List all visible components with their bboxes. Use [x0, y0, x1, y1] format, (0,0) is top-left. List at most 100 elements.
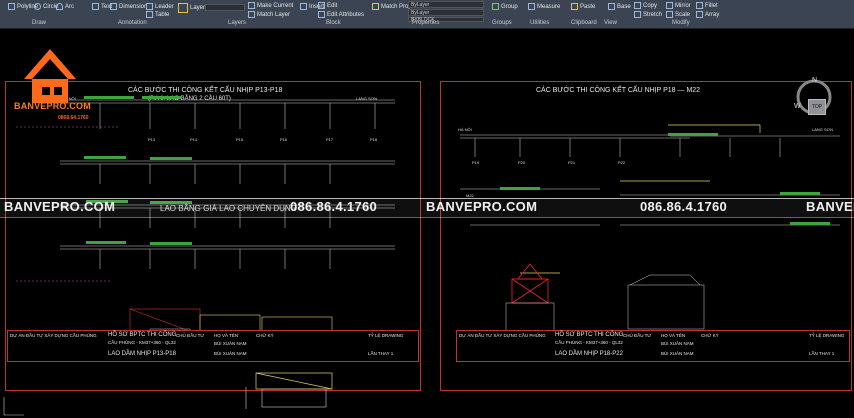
array-button[interactable]: Array: [696, 11, 719, 18]
text-icon: [92, 3, 99, 10]
drawing-canvas[interactable]: CÁC BƯỚC THI CÔNG KẾT CẤU NHỊP P13-P18 (…: [0, 29, 854, 418]
edit-icon: [318, 2, 325, 9]
view-panel-title[interactable]: View: [604, 20, 617, 26]
make-current-button[interactable]: Make Current: [248, 2, 293, 9]
modify-panel-title[interactable]: Modify: [672, 20, 690, 26]
logo-phone: 0868.64.1760: [58, 115, 89, 121]
dimension-button[interactable]: Dimension: [110, 3, 147, 10]
sheet-2-pier-label: P22: [618, 160, 626, 165]
group-button[interactable]: Group: [492, 3, 518, 10]
document-title: HỒ SƠ BPTC THI CÔNG: [108, 332, 177, 338]
sheet-2-pier-label: P19: [472, 160, 480, 165]
fillet-button[interactable]: Fillet: [696, 2, 718, 9]
role-label: HỌ VÀ TÊN: [214, 333, 239, 338]
circle-icon: [34, 3, 41, 10]
groups-panel-title[interactable]: Groups: [492, 20, 512, 26]
layers-panel-title[interactable]: Layers: [228, 20, 246, 26]
block-panel-title[interactable]: Block: [326, 20, 341, 26]
sheet-2-pier-label: P21: [568, 160, 576, 165]
person-name: BÙI XUÂN NAM: [661, 341, 694, 346]
watermark-text: BANVEPRO.COM: [426, 199, 538, 214]
drawing-name: LAO DẦM NHỊP P13-P18: [108, 351, 176, 357]
drawing-scale: TỶ LỆ DRAWING: [368, 333, 404, 338]
watermark-phone: 086.86.4.1760: [290, 199, 378, 214]
revision-label: LẦN THAY 1: [368, 351, 394, 356]
paste-button[interactable]: Paste: [571, 3, 595, 10]
color-dropdown[interactable]: ByLayer: [408, 1, 484, 8]
edit-attributes-icon: [318, 11, 325, 18]
measure-button[interactable]: Measure: [528, 3, 560, 10]
scale-icon: [666, 11, 673, 18]
utilities-panel-title[interactable]: Utilities: [530, 20, 549, 26]
fillet-icon: [696, 2, 703, 9]
table-icon: [146, 11, 153, 18]
properties-panel-title[interactable]: Properties: [412, 20, 439, 26]
compass-north[interactable]: N: [812, 77, 817, 84]
scale-button[interactable]: Scale: [666, 11, 690, 18]
role-label: CHỦ ĐẦU TƯ: [623, 333, 652, 338]
sheet-2-pier-label: P20: [518, 160, 526, 165]
viewcube-top[interactable]: TOP: [808, 99, 826, 115]
document-subtitle: CẦU PHÙNG - KM37+360 - QL32: [555, 340, 623, 345]
watermark-note: LAO BẰNG GIÁ LAO CHUYÊN DỤNG: [160, 204, 297, 213]
annotation-panel-title[interactable]: Annotation: [118, 20, 147, 26]
project-name: DỰ ÁN ĐẦU TƯ XÂY DỰNG CẦU PHÙNG: [10, 333, 97, 338]
edit-attributes-button[interactable]: Edit Attributes: [318, 11, 364, 18]
clipboard-panel-title[interactable]: Clipboard: [571, 20, 597, 26]
document-title: HỒ SƠ BPTC THI CÔNG: [555, 332, 624, 338]
project-name: DỰ ÁN ĐẦU TƯ XÂY DỰNG CẦU PHÙNG: [459, 333, 546, 338]
drawing-scale: TỶ LỆ DRAWING: [809, 333, 845, 338]
linetype-dropdown[interactable]: ByLayer: [408, 9, 484, 16]
leader-icon: [146, 3, 153, 10]
circle-button[interactable]: Circle: [34, 3, 58, 10]
measure-icon: [528, 3, 535, 10]
array-icon: [696, 11, 703, 18]
mirror-icon: [666, 2, 673, 9]
stretch-button[interactable]: Stretch: [634, 11, 662, 18]
base-view-button[interactable]: Base: [608, 3, 631, 10]
arc-button[interactable]: Arc: [56, 3, 74, 10]
watermark-text: BANVEPRO: [806, 199, 854, 214]
watermark-text: BANVEPRO.COM: [4, 199, 116, 214]
sheet-1-title-block: DỰ ÁN ĐẦU TƯ XÂY DỰNG CẦU PHÙNG HỒ SƠ BP…: [7, 330, 419, 362]
layer-dropdown[interactable]: [205, 4, 245, 11]
role-label: HỌ VÀ TÊN: [661, 333, 686, 338]
drawing-name: LAO DẦM NHỊP P18-P22: [555, 351, 623, 357]
insert-icon: [300, 3, 307, 10]
group-icon: [492, 3, 499, 10]
compass-west[interactable]: W: [794, 103, 801, 110]
document-subtitle: CẦU PHÙNG - KM37+360 - QL32: [108, 340, 176, 345]
match-layer-button[interactable]: Match Layer: [248, 11, 290, 18]
base-view-icon: [608, 3, 615, 10]
sheet-2-label: HÀ NỘI: [458, 127, 472, 132]
match-properties-icon: [372, 3, 379, 10]
role-label: CHỮ KÝ: [256, 333, 274, 338]
table-button[interactable]: Table: [146, 11, 169, 18]
paste-icon: [571, 3, 578, 10]
ribbon: Polyline Circle Arc Draw Text Dimension …: [0, 0, 854, 29]
edit-block-button[interactable]: Edit: [318, 2, 337, 9]
stretch-icon: [634, 11, 641, 18]
revision-label: LẦN THAY 1: [809, 351, 835, 356]
leader-button[interactable]: Leader: [146, 3, 174, 10]
draw-panel-title[interactable]: Draw: [32, 20, 46, 26]
sheet-2-title-block: DỰ ÁN ĐẦU TƯ XÂY DỰNG CẦU PHÙNG HỒ SƠ BP…: [456, 330, 850, 362]
logo-name: BANVEPRO.COM: [14, 101, 91, 111]
copy-button[interactable]: Copy: [634, 2, 657, 9]
person-name: BÙI XUÂN NAM: [214, 341, 247, 346]
person-name: BÙI XUÂN NAM: [661, 351, 694, 356]
role-label: CHỦ ĐẦU TƯ: [176, 333, 205, 338]
sheet-2-title: CÁC BƯỚC THI CÔNG KẾT CẤU NHỊP P18 — M22: [536, 87, 701, 94]
polyline-icon: [8, 3, 15, 10]
layer-properties-icon: [178, 3, 188, 13]
dimension-icon: [110, 3, 117, 10]
copy-icon: [634, 2, 641, 9]
role-label: CHỮ KÝ: [701, 333, 719, 338]
mirror-button[interactable]: Mirror: [666, 2, 691, 9]
make-current-icon: [248, 2, 255, 9]
person-name: BÙI XUÂN NAM: [214, 351, 247, 356]
text-button[interactable]: Text: [92, 3, 112, 10]
match-layer-icon: [248, 11, 255, 18]
arc-icon: [56, 3, 63, 10]
sheet-2-label: LẠNG SƠN: [812, 127, 833, 132]
